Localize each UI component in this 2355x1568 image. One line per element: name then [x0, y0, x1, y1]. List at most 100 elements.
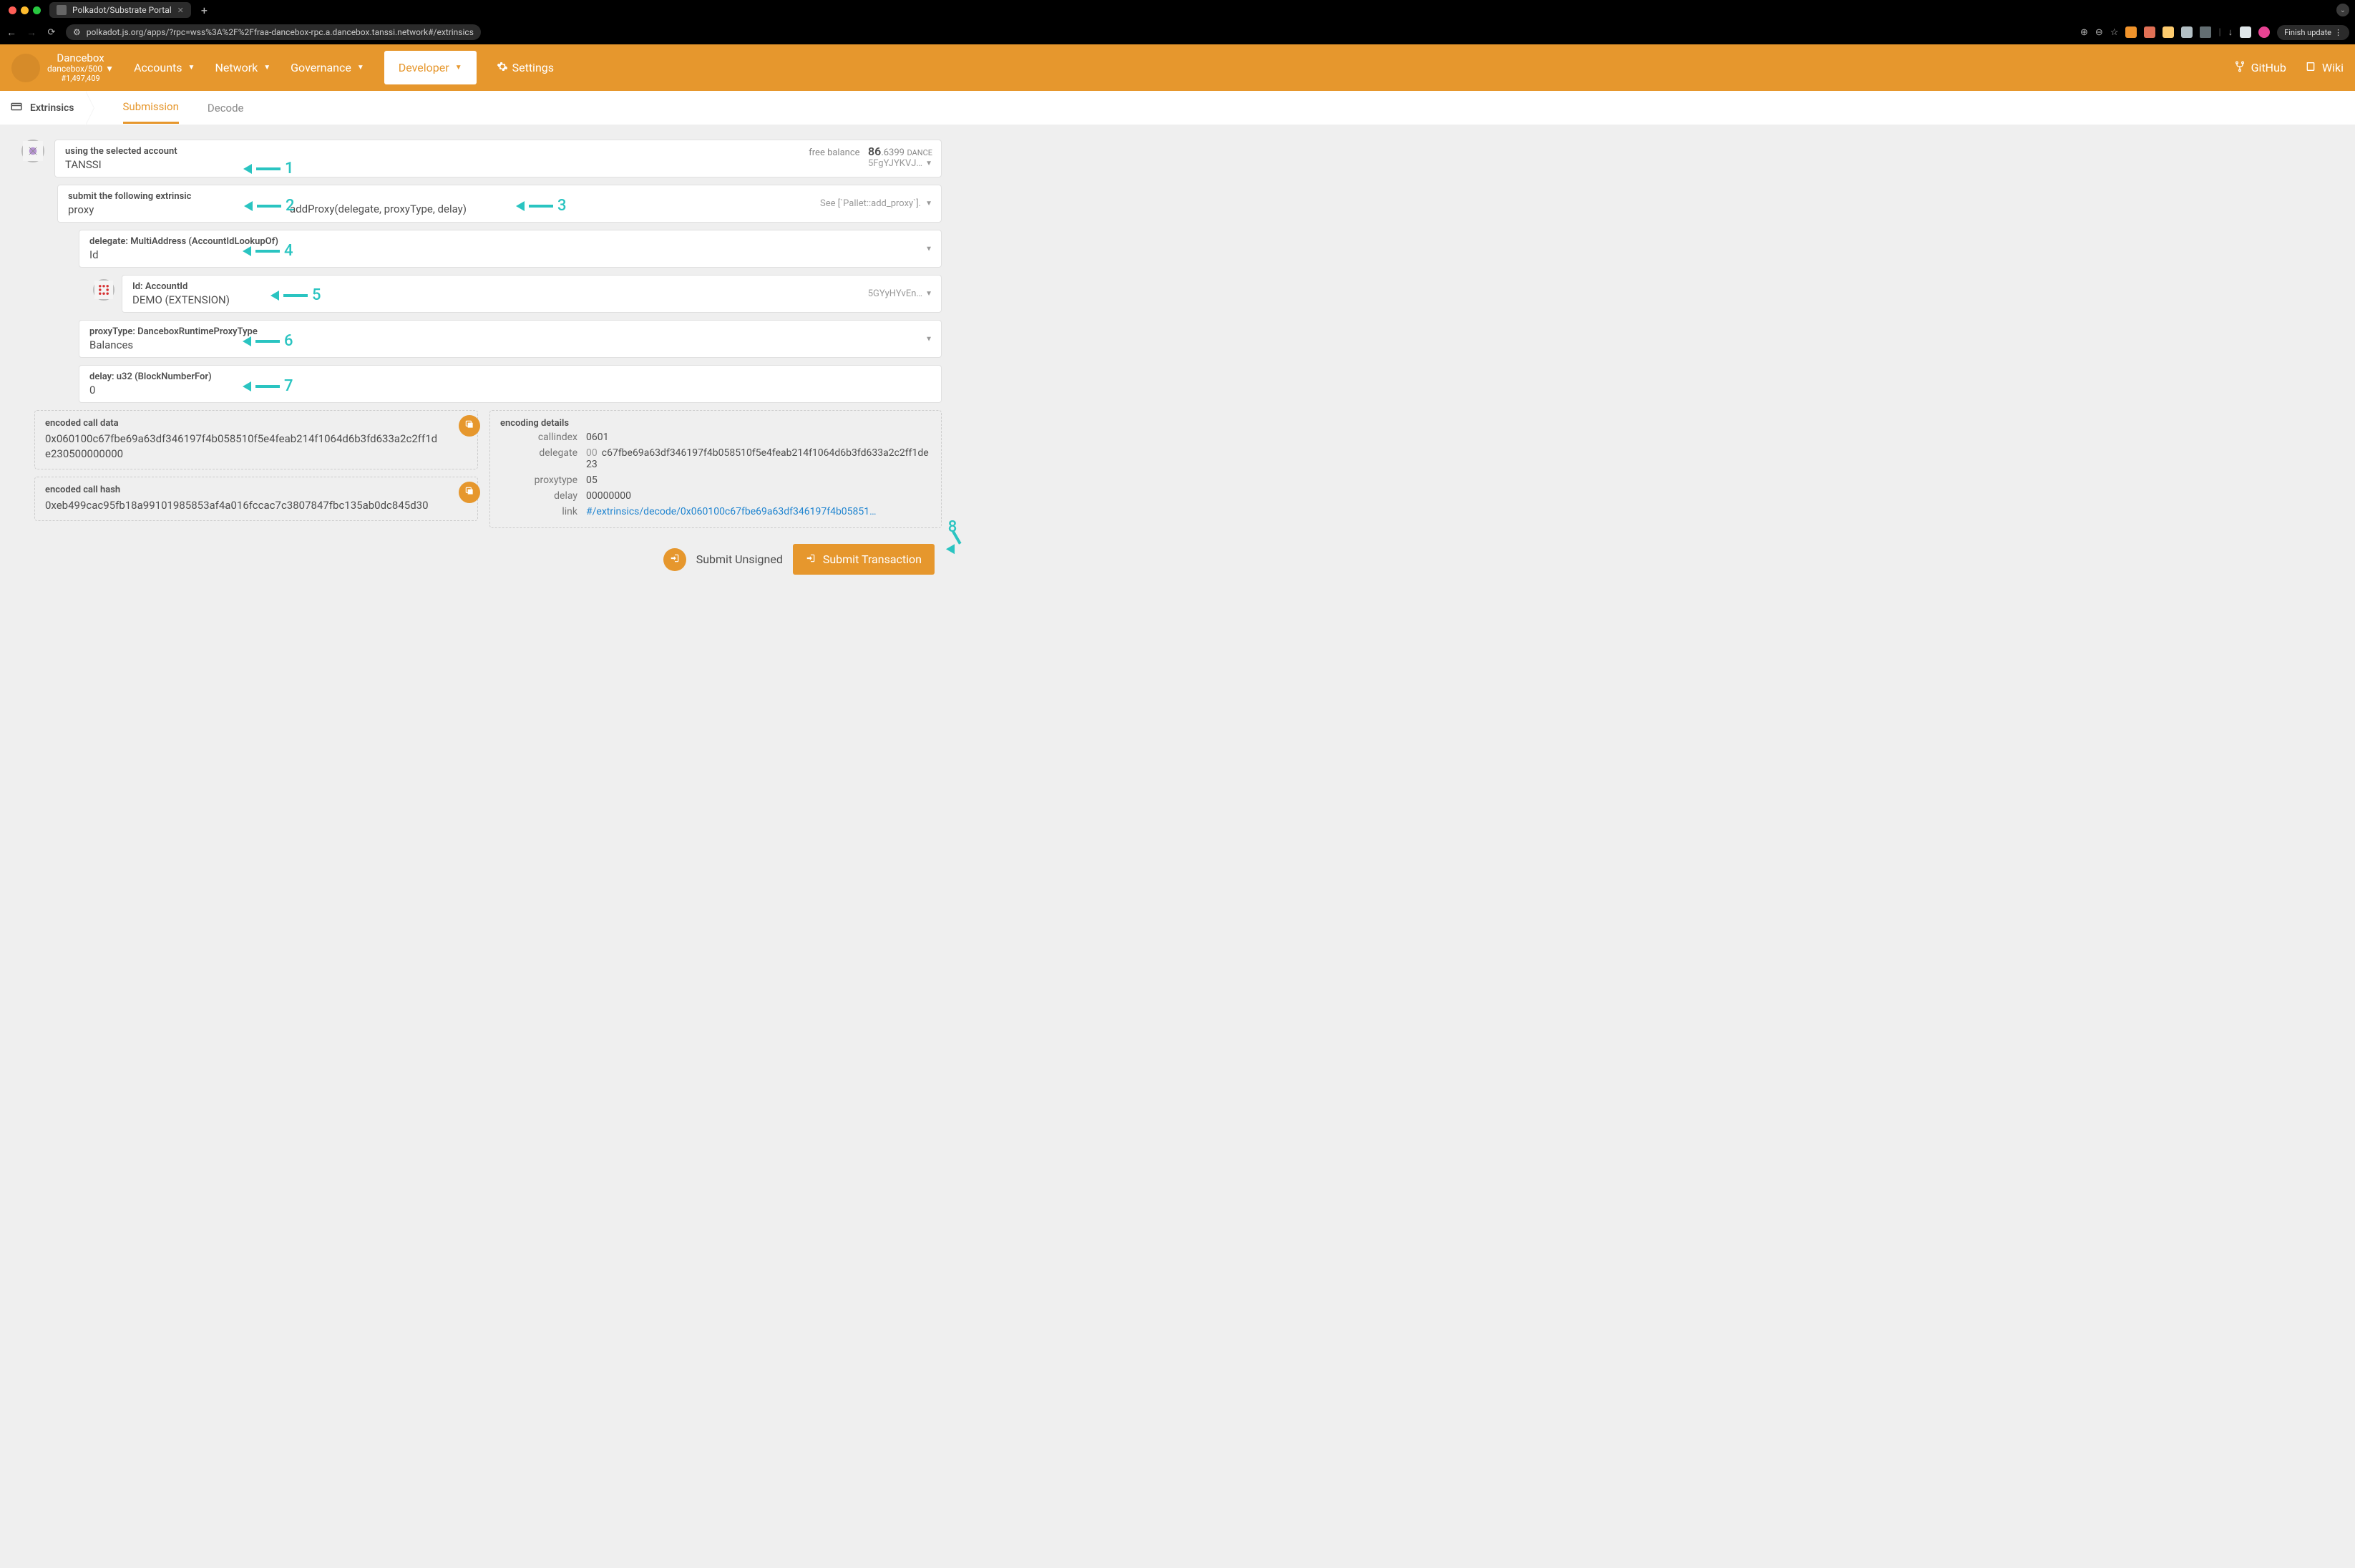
- detail-delay-key: delay: [500, 490, 577, 502]
- proxytype-selector[interactable]: proxyType: DanceboxRuntimeProxyType Bala…: [79, 320, 942, 358]
- back-button[interactable]: ←: [6, 26, 17, 39]
- extrinsic-selector-row: submit the following extrinsic proxy add…: [57, 185, 942, 223]
- annotation-4: 4: [284, 242, 293, 260]
- annotation-5: 5: [312, 286, 321, 304]
- password-icon[interactable]: ⊕: [2080, 27, 2088, 38]
- browser-tab[interactable]: Polkadot/Substrate Portal ✕: [49, 2, 191, 18]
- tab-submission[interactable]: Submission: [123, 92, 179, 124]
- site-settings-icon[interactable]: ⚙: [73, 27, 81, 37]
- nav-network[interactable]: Network▼: [215, 61, 270, 74]
- window-controls[interactable]: [6, 6, 41, 14]
- zoom-icon[interactable]: ⊖: [2095, 27, 2103, 38]
- block-number: #1,497,409: [61, 74, 99, 84]
- fullscreen-window-icon[interactable]: [33, 6, 41, 14]
- submit-transaction-button[interactable]: Submit Transaction: [793, 544, 935, 575]
- delegate-label: delegate: MultiAddress (AccountIdLookupO…: [89, 236, 931, 247]
- minimize-window-icon[interactable]: [21, 6, 29, 14]
- fork-icon: [2234, 61, 2246, 75]
- tab-decode[interactable]: Decode: [208, 93, 244, 123]
- close-window-icon[interactable]: [9, 6, 16, 14]
- page-title: Extrinsics: [30, 102, 74, 114]
- chevron-down-icon: ▼: [105, 64, 114, 74]
- new-tab-button[interactable]: +: [195, 4, 213, 17]
- balance-int: 86: [868, 145, 881, 158]
- close-tab-icon[interactable]: ✕: [177, 6, 184, 15]
- extension-icon[interactable]: [2240, 26, 2251, 38]
- copy-call-data-button[interactable]: [459, 415, 480, 437]
- reload-button[interactable]: ⟳: [46, 27, 57, 38]
- identicon-icon: [21, 140, 44, 162]
- call-hint: See [`Pallet::add_proxy`].: [820, 198, 921, 209]
- chevron-down-icon: ▼: [188, 64, 195, 72]
- finish-update-button[interactable]: Finish update⋮: [2277, 25, 2349, 40]
- chain-name: Dancebox: [57, 52, 104, 64]
- extension-icon[interactable]: [2144, 26, 2155, 38]
- encoded-call-data-box: encoded call data 0x060100c67fbe69a63df3…: [34, 410, 478, 469]
- submit-unsigned-button[interactable]: Submit Unsigned: [696, 552, 783, 566]
- extension-icon[interactable]: [2125, 26, 2137, 38]
- accountid-label: Id: AccountId: [132, 281, 931, 292]
- account-selector[interactable]: using the selected account TANSSI free b…: [54, 140, 942, 177]
- accountid-value: DEMO (EXTENSION): [132, 293, 931, 306]
- detail-delay-value: 00000000: [586, 490, 931, 502]
- annotation-3: 3: [557, 197, 567, 215]
- encoding-details-box: encoding details callindex 0601 delegate…: [489, 410, 942, 528]
- copy-call-hash-button[interactable]: [459, 482, 480, 503]
- content: using the selected account TANSSI free b…: [0, 125, 963, 596]
- sign-in-icon: [806, 552, 816, 566]
- github-link[interactable]: GitHub: [2234, 61, 2286, 75]
- delegate-type-selector[interactable]: delegate: MultiAddress (AccountIdLookupO…: [79, 230, 942, 268]
- call-hash-label: encoded call hash: [45, 484, 467, 495]
- sign-in-icon: [670, 553, 680, 566]
- download-icon[interactable]: ↓: [2228, 26, 2233, 38]
- chevron-down-icon: ▼: [925, 160, 932, 167]
- chevron-down-icon: ▼: [357, 64, 364, 72]
- extension-icon[interactable]: [2181, 26, 2193, 38]
- tab-title: Polkadot/Substrate Portal: [72, 5, 172, 15]
- detail-proxytype-value: 05: [586, 474, 931, 486]
- gear-icon: [497, 61, 508, 75]
- delay-value: 0: [89, 384, 931, 396]
- delay-input[interactable]: delay: u32 (BlockNumberFor) 0 7: [79, 365, 942, 403]
- nav-settings[interactable]: Settings: [497, 61, 554, 75]
- detail-delegate-value: 00c67fbe69a63df346197f4b058510f5e4feab21…: [586, 447, 931, 470]
- annotation-1: 1: [285, 160, 294, 177]
- chevron-down-icon: ▼: [263, 64, 270, 72]
- annotation-7: 7: [284, 377, 293, 395]
- call-data-value: 0x060100c67fbe69a63df346197f4b058510f5e4…: [45, 432, 467, 462]
- page-title-chip: Extrinsics: [10, 100, 94, 116]
- detail-proxytype-key: proxytype: [500, 474, 577, 486]
- nav-accounts[interactable]: Accounts▼: [134, 61, 195, 74]
- chevron-down-icon: ▼: [925, 245, 932, 253]
- forward-button: →: [26, 26, 37, 39]
- wiki-link[interactable]: Wiki: [2305, 61, 2344, 75]
- identicon-icon: [93, 279, 114, 301]
- chain-selector[interactable]: Dancebox dancebox/500 ▼ #1,497,409: [11, 52, 114, 84]
- detail-link-value[interactable]: #/extrinsics/decode/0x060100c67fbe69a63d…: [586, 506, 931, 517]
- profile-icon[interactable]: [2258, 26, 2270, 38]
- call-data-label: encoded call data: [45, 418, 467, 429]
- submit-unsigned-icon-button[interactable]: [663, 548, 686, 571]
- bookmark-icon[interactable]: ☆: [2110, 27, 2119, 38]
- balance-label: free balance: [809, 147, 859, 158]
- call-hash-value: 0xeb499cac95fb18a99101985853af4a016fccac…: [45, 498, 467, 513]
- delegate-value: Id: [89, 248, 931, 261]
- chevron-down-icon: ▼: [925, 200, 932, 208]
- chevron-down-icon: ▼: [455, 64, 462, 72]
- encoded-call-hash-box: encoded call hash 0xeb499cac95fb18a99101…: [34, 477, 478, 521]
- accountid-selector[interactable]: Id: AccountId DEMO (EXTENSION) 5GYyHYvEn…: [122, 275, 942, 313]
- favicon-icon: [57, 5, 67, 15]
- proxytype-value: Balances: [89, 339, 931, 351]
- nav-governance[interactable]: Governance▼: [291, 61, 364, 74]
- chevron-down-icon: ▼: [925, 335, 932, 343]
- balance-unit: DANCE: [907, 148, 932, 157]
- tab-overflow-icon[interactable]: ⌄: [2336, 4, 2349, 16]
- tab-bar: Polkadot/Substrate Portal ✕ + ⌄: [0, 0, 2355, 20]
- detail-link-key: link: [500, 506, 577, 517]
- extension-icon[interactable]: [2163, 26, 2174, 38]
- copy-icon: [464, 486, 474, 499]
- address-bar[interactable]: ⚙ polkadot.js.org/apps/?rpc=wss%3A%2F%2F…: [66, 24, 481, 40]
- extensions-menu-icon[interactable]: [2200, 26, 2211, 38]
- nav-developer[interactable]: Developer▼: [384, 51, 477, 84]
- account-label: using the selected account: [65, 146, 931, 157]
